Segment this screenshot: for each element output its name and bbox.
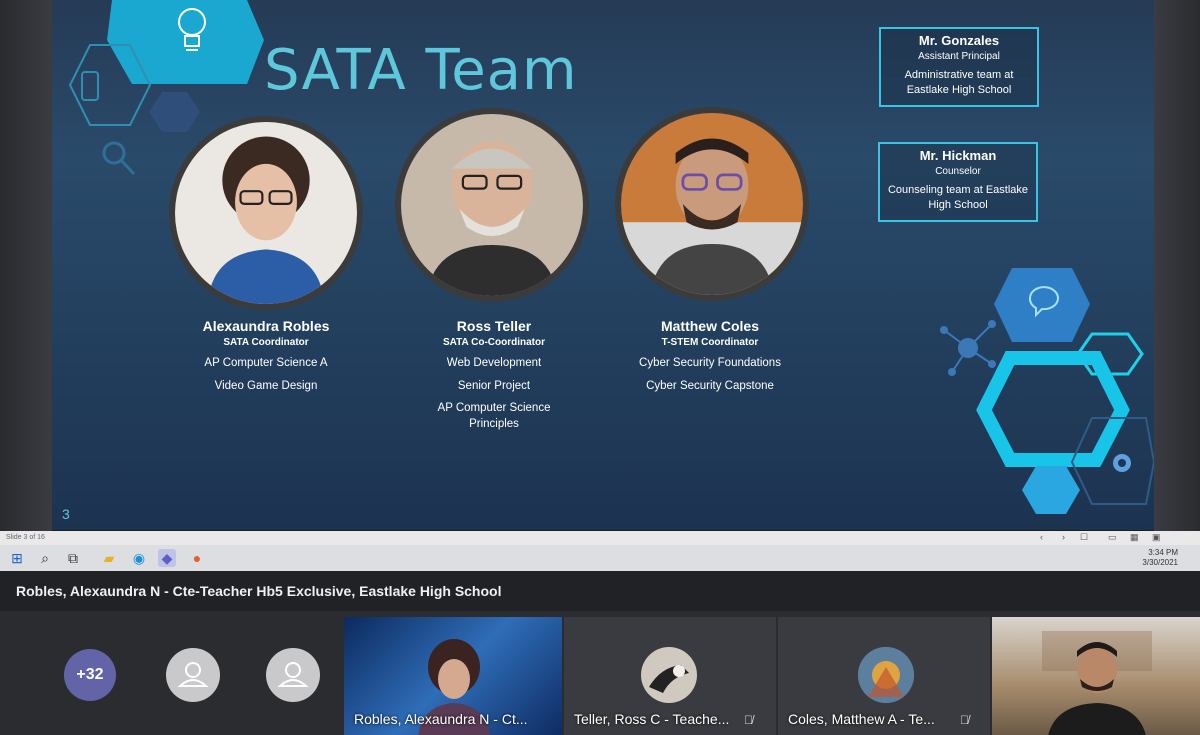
person-name: Ross Teller <box>456 318 532 334</box>
slide-title: SATA Team <box>264 38 578 103</box>
monitor-bezel-left <box>0 0 52 535</box>
participant-video <box>1042 631 1152 735</box>
participant-avatar <box>858 647 914 703</box>
windows-icon[interactable]: ⊞ <box>8 549 26 567</box>
monitor-bezel-right <box>1154 0 1200 535</box>
person-role: SATA Co-Coordinator <box>442 337 546 348</box>
slide-counter: Slide 3 of 16 <box>6 534 45 541</box>
person-name: Matthew Coles <box>660 318 759 334</box>
slide-number: 3 <box>62 506 70 522</box>
notes-view-icon[interactable]: ☐ <box>1080 532 1088 543</box>
participant-avatar[interactable] <box>166 648 220 702</box>
previous-slide-icon[interactable]: ‹ <box>1040 532 1043 542</box>
admin-role: Assistant Principal <box>918 51 1000 62</box>
course-item: Senior Project <box>457 379 531 392</box>
admin-desc: Counseling team at Eastlake High School <box>887 184 1029 211</box>
presenter-name: Robles, Alexaundra N - Cte-Teacher Hb5 E… <box>16 583 502 599</box>
course-item: AP Computer Science A <box>204 357 328 369</box>
admin-box-hickman: Mr. Hickman Counselor Counseling team at… <box>878 142 1038 222</box>
admin-desc: Administrative team at Eastlake High Sch… <box>904 69 1014 96</box>
person-photo-teller <box>401 114 583 296</box>
person-icon <box>277 662 309 687</box>
course-item: Video Game Design <box>214 379 318 392</box>
participant-gallery: +32 Robles, Alexaundra N - Ct... Teller,… <box>0 611 1200 735</box>
presentation-slide: SATA Team Alexaundra Robles SATA Coordin… <box>52 0 1154 530</box>
person-role: SATA Coordinator <box>223 337 309 348</box>
more-participants-button[interactable]: +32 <box>64 649 116 701</box>
participant-name: Teller, Ross C - Teache... <box>574 711 730 727</box>
admin-box-gonzales: Mr. Gonzales Assistant Principal Adminis… <box>879 27 1039 107</box>
lightbulb-icon <box>178 8 206 51</box>
portrait-coles <box>615 107 809 301</box>
person-name: Alexaundra Robles <box>202 318 330 334</box>
cartoon-avatar <box>649 665 689 693</box>
presentation-status-bar: Slide 3 of 16 ‹ › ☐ ▭ ▦ ▣ <box>0 531 1200 545</box>
illustrated-avatar <box>858 647 914 703</box>
portrait-robles <box>169 116 363 310</box>
person-role: T-STEM Coordinator <box>661 337 759 348</box>
participant-tile-teller[interactable]: Teller, Ross C - Teache... 🎙̸ <box>564 617 776 735</box>
person-icon <box>177 662 209 687</box>
taskbar-clock[interactable]: 3:34 PM 3/30/2021 <box>1142 548 1178 568</box>
participant-name: Coles, Matthew A - Te... <box>788 711 935 727</box>
edge-icon[interactable]: ◉ <box>130 549 148 567</box>
muted-mic-icon: 🎙̸ <box>744 713 753 727</box>
teams-icon[interactable]: ◆ <box>158 549 176 567</box>
participant-tile-robles[interactable]: Robles, Alexaundra N - Ct... <box>344 617 562 735</box>
muted-mic-icon: 🎙̸ <box>960 713 969 727</box>
presenter-bar: Robles, Alexaundra N - Cte-Teacher Hb5 E… <box>0 571 1200 611</box>
next-slide-icon[interactable]: › <box>1062 532 1065 542</box>
hexagon-decoration-bottom-right <box>940 268 1154 514</box>
file-explorer-icon[interactable]: ▰ <box>100 549 118 567</box>
normal-view-icon[interactable]: ▭ <box>1108 532 1117 543</box>
participant-tile-coles[interactable]: Coles, Matthew A - Te... 🎙̸ <box>778 617 990 735</box>
search-icon[interactable]: ⌕ <box>36 549 54 567</box>
windows-taskbar: ⊞ ⌕ ⧉ ▰ ◉ ◆ ● 3:34 PM 3/30/2021 <box>0 545 1200 571</box>
portrait-teller <box>395 108 589 302</box>
person-photo-coles <box>621 113 803 295</box>
course-item: Web Development <box>446 357 542 369</box>
person-photo-robles <box>175 122 357 304</box>
participant-avatar <box>641 647 697 703</box>
course-item: Cyber Security Foundations <box>639 357 781 369</box>
clock-time: 3:34 PM <box>1148 548 1178 557</box>
person-card-teller: Ross Teller SATA Co-Coordinator Web Deve… <box>374 318 614 439</box>
admin-name: Mr. Gonzales <box>918 33 1000 48</box>
person-card-robles: Alexaundra Robles SATA Coordinator AP Co… <box>146 318 386 401</box>
admin-name: Mr. Hickman <box>919 148 997 163</box>
participant-tile-camera[interactable] <box>992 617 1200 735</box>
slide-sorter-icon[interactable]: ▦ <box>1130 532 1139 543</box>
task-view-icon[interactable]: ⧉ <box>64 549 82 567</box>
course-item: Cyber Security Capstone <box>646 379 774 392</box>
course-item: AP Computer Science Principles <box>437 402 551 430</box>
participant-avatar[interactable] <box>266 648 320 702</box>
person-card-coles: Matthew Coles T-STEM Coordinator Cyber S… <box>590 318 830 401</box>
firefox-icon[interactable]: ● <box>188 549 206 567</box>
clock-date: 3/30/2021 <box>1142 558 1178 567</box>
admin-role: Counselor <box>935 166 981 177</box>
participant-name: Robles, Alexaundra N - Ct... <box>354 711 528 727</box>
reading-view-icon[interactable]: ▣ <box>1152 532 1161 543</box>
